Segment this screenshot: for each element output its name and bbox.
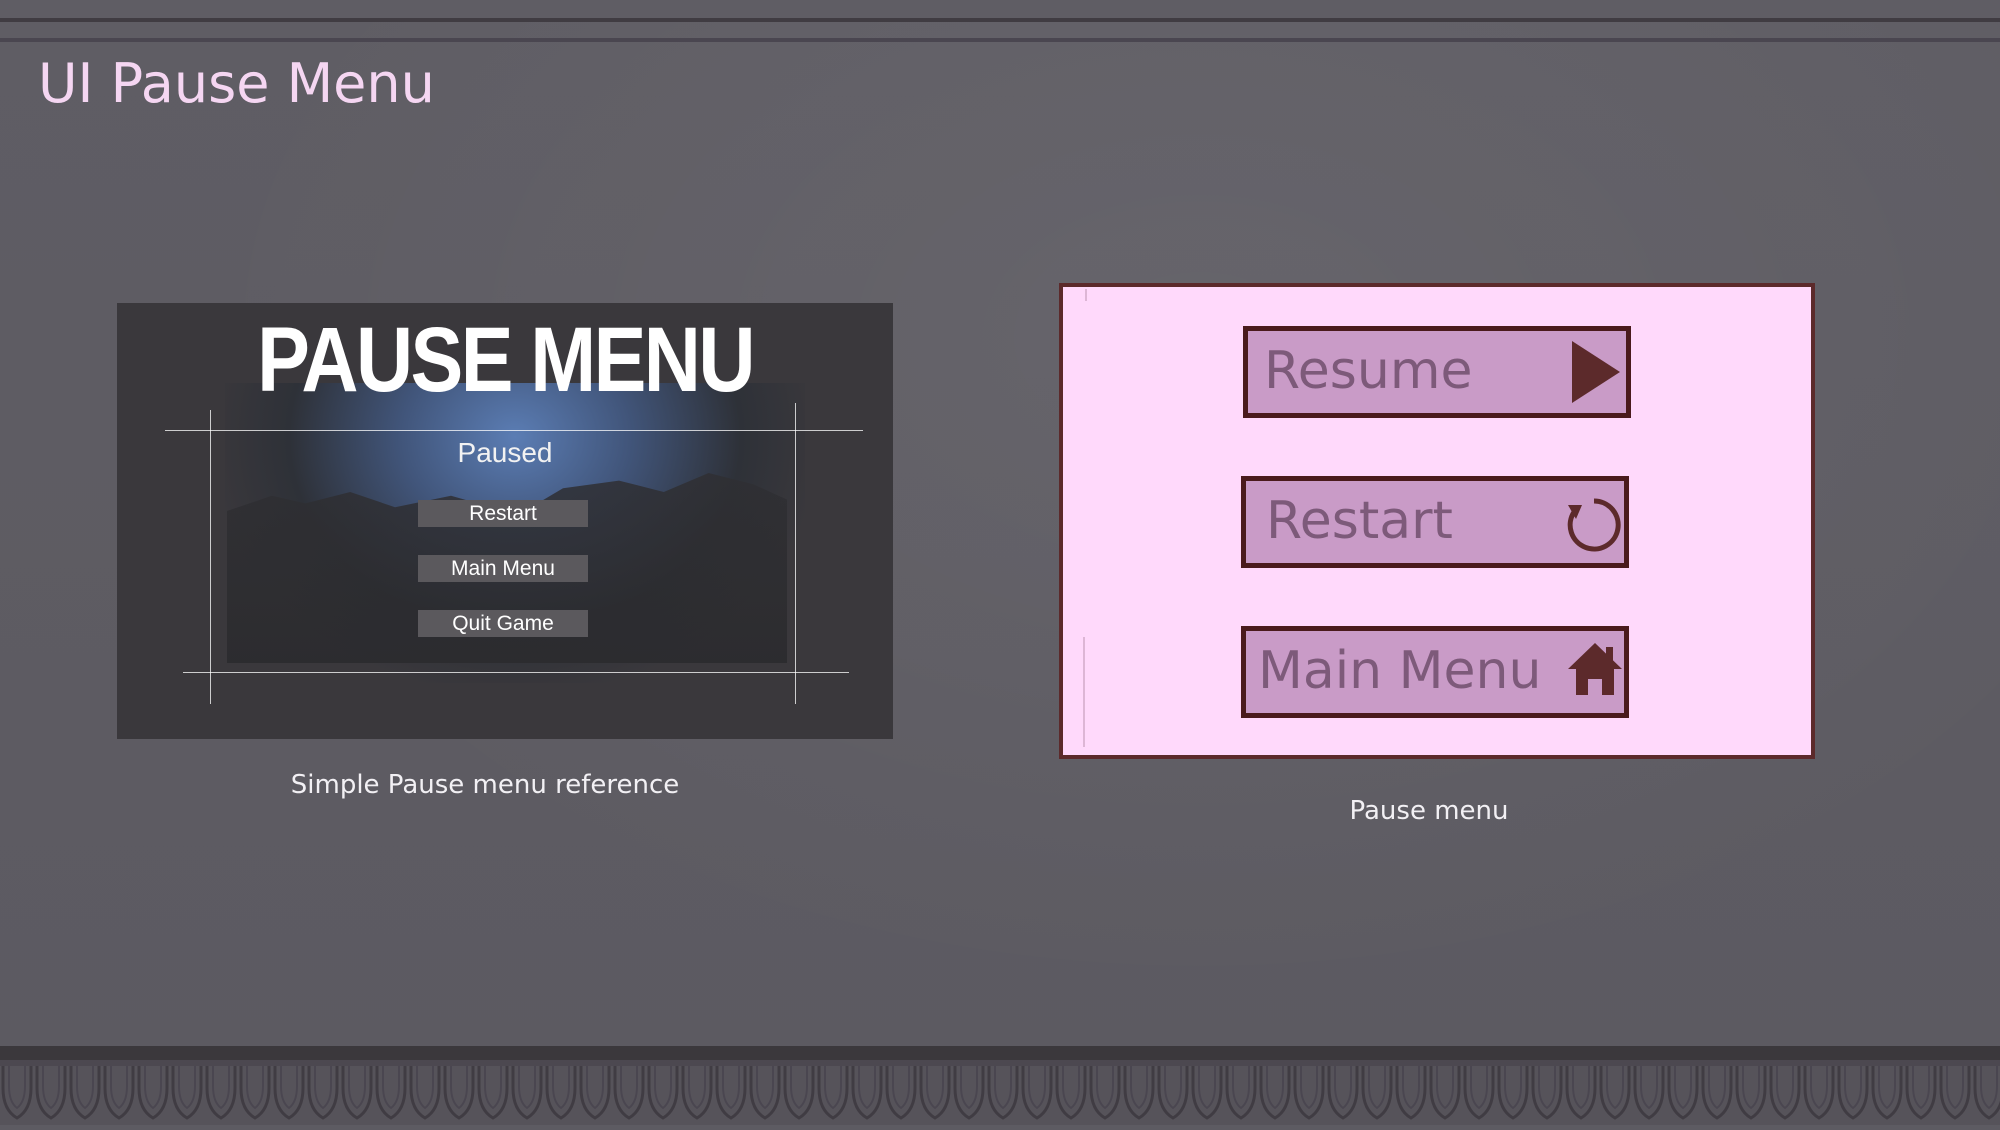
page-title: UI Pause Menu <box>38 52 435 115</box>
sketch-stroke <box>1083 637 1085 747</box>
main-menu-button[interactable]: Main Menu <box>1241 626 1629 718</box>
main-menu-label: Main Menu <box>1258 641 1542 701</box>
top-divider <box>0 18 2000 22</box>
restart-icon <box>1567 498 1621 552</box>
bottom-border <box>0 1046 2000 1060</box>
sketch-stroke <box>1085 289 1087 301</box>
pause-menu-panel: Resume Restart Main Menu <box>1059 283 1815 759</box>
guide-line-bottom <box>183 672 849 673</box>
design-caption: Pause menu <box>1349 796 1509 826</box>
resume-button[interactable]: Resume <box>1243 326 1631 418</box>
reference-main-menu-button: Main Menu <box>418 555 588 582</box>
reference-paused-label: Paused <box>457 437 553 468</box>
scallop-ornament <box>0 1066 2000 1125</box>
restart-label: Restart <box>1266 491 1453 551</box>
home-icon <box>1568 643 1622 695</box>
slide-background: UI Pause Menu PAUSE MENU Paused Restart … <box>0 0 2000 1125</box>
resume-label: Resume <box>1264 341 1473 401</box>
restart-button[interactable]: Restart <box>1241 476 1629 568</box>
reference-restart-button: Restart <box>418 500 588 527</box>
reference-quit-game-button: Quit Game <box>418 610 588 637</box>
play-icon <box>1572 341 1620 403</box>
guide-line-top <box>165 430 863 431</box>
top-band <box>0 0 2000 18</box>
top-divider-secondary <box>0 38 2000 42</box>
reference-heading: PAUSE MENU <box>257 309 755 411</box>
reference-caption: Simple Pause menu reference <box>290 770 680 800</box>
reference-image: PAUSE MENU Paused Restart Main Menu Quit… <box>117 303 893 739</box>
bottom-ornament <box>0 1066 2000 1125</box>
